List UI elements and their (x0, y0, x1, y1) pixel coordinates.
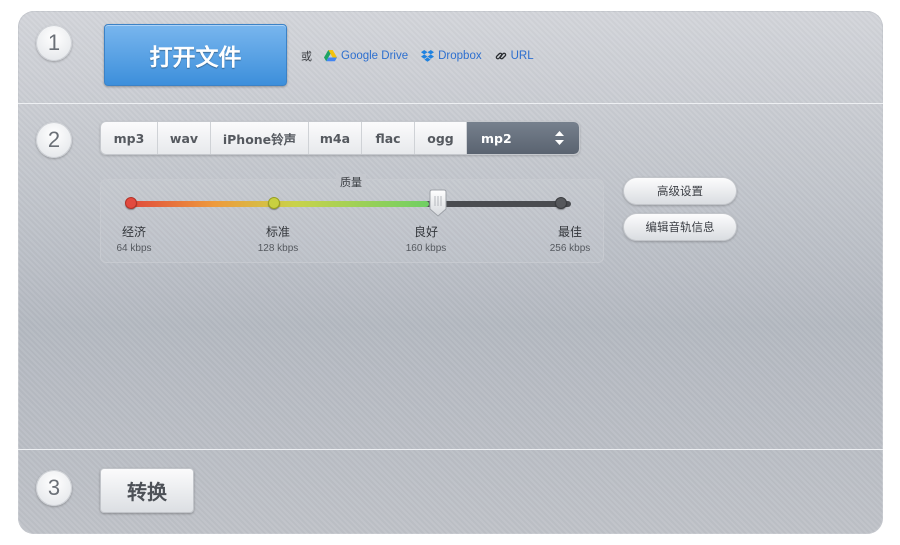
google-drive-icon (324, 50, 337, 62)
quality-level-bitrate: 256 kbps (549, 243, 591, 254)
section-divider-2 (18, 449, 883, 450)
quality-level-name: 良好 (413, 225, 438, 239)
quality-level-bitrate: 128 kbps (257, 243, 299, 254)
advanced-settings-button[interactable]: 高级设置 (623, 177, 737, 205)
step-2-badge: 2 (36, 122, 72, 158)
slider-thumb[interactable] (429, 189, 447, 217)
open-sources: 或 Google Drive Dropbox URL (301, 48, 547, 64)
quality-level-name: 标准 (265, 225, 290, 239)
format-tab-ogg[interactable]: ogg (415, 122, 467, 154)
converter-panel: 1 打开文件 或 Google Drive Dropbox URL 2 mp3 … (18, 11, 883, 534)
format-tab-m4a[interactable]: m4a (309, 122, 362, 154)
quality-level-name: 最佳 (557, 225, 582, 239)
slider-stop-standard[interactable] (268, 197, 280, 209)
open-file-label: 打开文件 (149, 45, 242, 71)
slider-stop-economy[interactable] (125, 197, 137, 209)
convert-button[interactable]: 转换 (100, 468, 194, 513)
selected-format-label: mp2 (481, 130, 512, 146)
google-drive-link[interactable]: Google Drive (324, 50, 408, 62)
slider-fill (131, 201, 429, 207)
quality-level-good[interactable]: 良好 160 kbps (386, 223, 466, 254)
format-dropdown-selected[interactable]: mp2 (467, 122, 579, 154)
up-down-arrows-icon (555, 131, 564, 148)
url-label: URL (510, 50, 534, 62)
format-tab-iphone-ringtone[interactable]: iPhone铃声 (211, 122, 309, 154)
quality-level-name: 经济 (121, 225, 146, 239)
step-1-badge: 1 (36, 25, 72, 61)
google-drive-label: Google Drive (341, 50, 409, 62)
step-2-number: 2 (47, 127, 61, 152)
quality-level-standard[interactable]: 标准 128 kbps (238, 223, 318, 254)
slider-stop-best[interactable] (555, 197, 567, 209)
step-3-number: 3 (47, 475, 61, 500)
format-tab-mp3[interactable]: mp3 (101, 122, 158, 154)
quality-slider[interactable] (125, 189, 573, 217)
dropbox-link[interactable]: Dropbox (421, 50, 482, 62)
format-selector: mp3 wav iPhone铃声 m4a flac ogg mp2 (100, 121, 580, 155)
quality-level-bitrate: 64 kbps (116, 243, 152, 254)
edit-track-info-button[interactable]: 编辑音轨信息 (623, 213, 737, 241)
quality-level-best[interactable]: 最佳 256 kbps (530, 223, 610, 254)
format-tab-flac[interactable]: flac (362, 122, 415, 154)
open-file-button[interactable]: 打开文件 (104, 24, 287, 86)
link-icon (495, 50, 507, 62)
advanced-settings-label: 高级设置 (657, 184, 703, 198)
step-3-badge: 3 (36, 470, 72, 506)
section-divider-1 (18, 103, 883, 104)
quality-panel (100, 179, 604, 263)
url-link[interactable]: URL (495, 50, 534, 62)
format-tab-wav[interactable]: wav (158, 122, 211, 154)
or-text: 或 (301, 50, 312, 63)
dropbox-icon (421, 50, 435, 62)
quality-level-economy[interactable]: 经济 64 kbps (94, 223, 174, 254)
dropbox-label: Dropbox (438, 50, 482, 62)
quality-level-bitrate: 160 kbps (405, 243, 447, 254)
edit-track-info-label: 编辑音轨信息 (645, 220, 715, 234)
quality-title: 质量 (336, 174, 366, 190)
convert-label: 转换 (127, 480, 167, 504)
step-1-number: 1 (47, 30, 61, 55)
